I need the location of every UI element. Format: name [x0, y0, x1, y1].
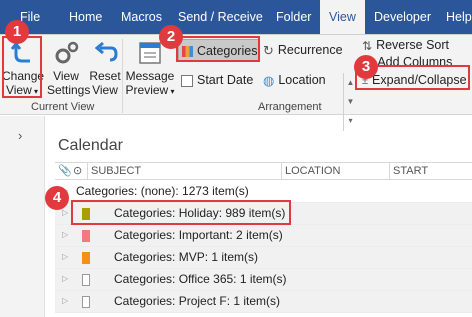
expand-arrow-icon[interactable]: ▷	[62, 252, 68, 261]
category-color-swatch	[82, 230, 90, 242]
globe-icon: ◍	[263, 72, 275, 88]
expand-arrow-icon[interactable]: ▷	[62, 230, 68, 239]
expand-arrow-icon[interactable]: ▷	[62, 274, 68, 283]
callout-badge-1: 1	[5, 20, 29, 44]
calendar-icon	[181, 74, 193, 87]
message-preview-label-2: Preview	[125, 83, 169, 97]
tab-help[interactable]: Help	[446, 0, 472, 34]
group-divider	[122, 39, 123, 113]
reset-view-label-1: Reset	[89, 69, 121, 83]
recurrence-button[interactable]: ↻ Recurrence	[263, 39, 343, 61]
tab-folder[interactable]: Folder	[276, 0, 311, 34]
tab-send-receive[interactable]: Send / Receive	[178, 0, 263, 34]
attachment-column-icon[interactable]: 📎	[58, 163, 72, 179]
column-headers: 📎 ⊙ SUBJECT LOCATION START	[55, 162, 472, 180]
expand-arrow-icon[interactable]: ▷	[62, 296, 68, 305]
page-title: Calendar	[58, 137, 123, 154]
tab-home[interactable]: Home	[69, 0, 102, 34]
view-settings-button[interactable]: View Settings	[47, 39, 90, 97]
start-date-button[interactable]: Start Date	[181, 69, 253, 91]
tab-view[interactable]: View	[320, 0, 365, 34]
category-color-swatch	[82, 274, 90, 286]
ribbon-tab-bar: File Home Macros Send / Receive Folder V…	[0, 0, 472, 34]
view-settings-label-1: View	[53, 69, 79, 83]
callout-box-change-view	[2, 36, 42, 98]
reverse-sort-label: Reverse Sort	[376, 38, 450, 52]
message-preview-label-1: Message	[125, 69, 175, 83]
category-group-row[interactable]: ▷ Categories: Project F: 1 item(s)	[55, 291, 472, 313]
callout-box-holiday-group	[71, 200, 291, 225]
reset-view-label-2: View	[92, 83, 118, 97]
tab-macros[interactable]: Macros	[121, 0, 162, 34]
category-group-row[interactable]: ▷ Categories: Office 365: 1 item(s)	[55, 269, 472, 291]
expand-folder-pane-icon[interactable]: ›	[18, 128, 22, 143]
current-view-group-label: Current View	[31, 101, 95, 113]
callout-badge-2: 2	[159, 25, 183, 49]
callout-badge-4: 4	[45, 186, 69, 210]
expand-arrow-icon[interactable]: ▷	[62, 208, 68, 217]
folder-pane-collapsed	[0, 116, 45, 317]
column-header-subject[interactable]: SUBJECT	[87, 163, 281, 179]
group-label: Categories: Important: 2 item(s)	[114, 228, 283, 242]
arrangement-group-label: Arrangement	[258, 101, 322, 113]
category-color-swatch	[82, 296, 90, 308]
callout-box-categories	[176, 36, 260, 62]
group-label: Categories: MVP: 1 item(s)	[114, 250, 259, 264]
recurrence-column-icon[interactable]: ⊙	[73, 163, 82, 179]
group-label: Categories: Project F: 1 item(s)	[114, 294, 281, 308]
gear-icon	[55, 41, 79, 64]
reset-view-button[interactable]: Reset View	[88, 39, 122, 97]
callout-badge-3: 3	[354, 55, 378, 79]
start-date-label: Start Date	[197, 73, 254, 87]
tab-developer[interactable]: Developer	[374, 0, 431, 34]
category-group-row[interactable]: ▷ Categories: Important: 2 item(s)	[55, 225, 472, 247]
group-label: Categories: (none): 1273 item(s)	[76, 184, 249, 198]
view-settings-label-2: Settings	[47, 83, 91, 97]
group-label: Categories: Office 365: 1 item(s)	[114, 272, 287, 286]
recurrence-icon: ↻	[263, 42, 274, 58]
undo-icon	[94, 41, 118, 62]
location-button[interactable]: ◍ Location	[263, 69, 326, 91]
more-icon[interactable]: ▾	[344, 111, 357, 130]
location-label: Location	[278, 73, 326, 87]
category-group-row[interactable]: ▷ Categories: MVP: 1 item(s)	[55, 247, 472, 269]
recurrence-label: Recurrence	[277, 43, 343, 57]
category-color-swatch	[82, 252, 90, 264]
scroll-down-icon[interactable]: ▼	[344, 92, 357, 111]
column-header-location[interactable]: LOCATION	[281, 163, 389, 179]
column-header-start[interactable]: START	[389, 163, 472, 179]
